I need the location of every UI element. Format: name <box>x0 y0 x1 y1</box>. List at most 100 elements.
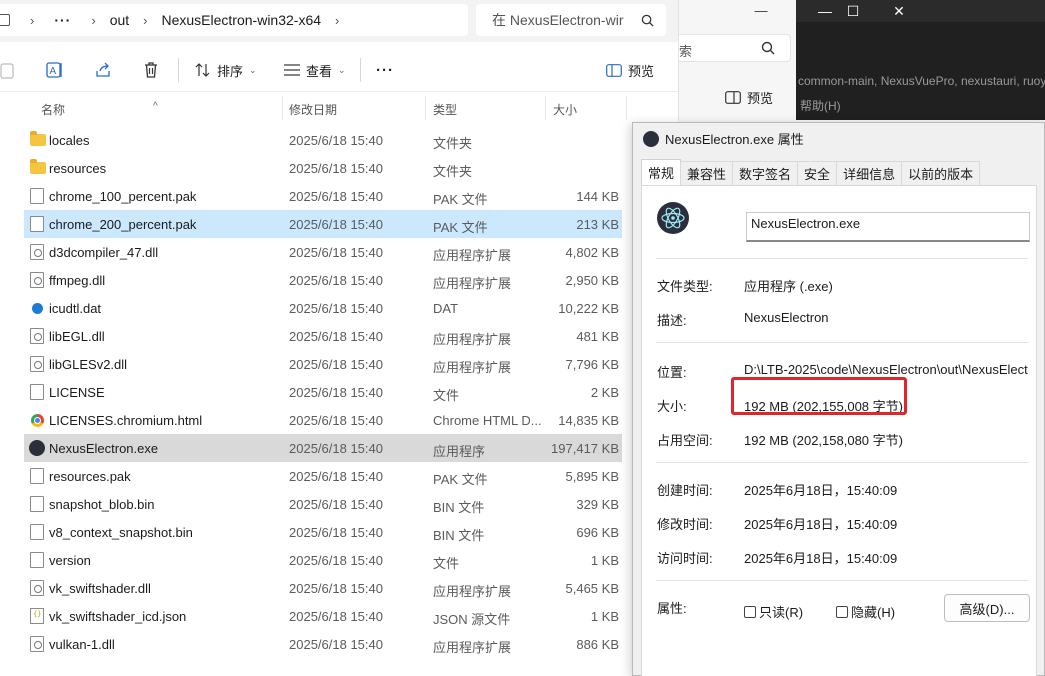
tab-compatibility[interactable]: 兼容性 <box>680 161 734 185</box>
divider <box>656 342 1028 343</box>
rename-icon: A <box>46 62 62 78</box>
file-row[interactable]: LICENSE 2025/6/18 15:40 文件 2 KB <box>24 378 622 406</box>
file-row[interactable]: snapshot_blob.bin 2025/6/18 15:40 BIN 文件 32… <box>24 490 622 518</box>
file-row[interactable]: ffmpeg.dll 2025/6/18 15:40 应用程序扩展 2,950 KB <box>24 266 622 294</box>
chevron-down-icon: ⌄ <box>249 64 257 75</box>
background-search-box[interactable]: 索 <box>679 34 791 62</box>
tab-general[interactable]: 常规 <box>641 159 682 185</box>
readonly-checkbox[interactable]: 只读(R) <box>744 602 803 621</box>
minimize-icon[interactable]: — <box>741 0 781 20</box>
file-size: 7,796 KB <box>565 357 620 372</box>
hidden-checkbox[interactable]: 隐藏(H) <box>836 602 895 621</box>
file-date: 2025/6/18 15:40 <box>289 385 383 400</box>
view-label: 查看 <box>306 63 333 79</box>
file-row[interactable]: icudtl.dat 2025/6/18 15:40 DAT 10,222 KB <box>24 294 622 322</box>
file-row[interactable]: LICENSES.chromium.html 2025/6/18 15:40 Chr… <box>24 406 622 434</box>
maximize-icon[interactable]: ☐ <box>830 0 876 22</box>
file-row[interactable]: resources.pak 2025/6/18 15:40 PAK 文件 5,895 … <box>24 462 622 490</box>
dll-icon <box>30 272 44 288</box>
file-date: 2025/6/18 15:40 <box>289 217 383 232</box>
this-pc-icon[interactable] <box>0 14 10 26</box>
size-highlight-box <box>731 377 907 415</box>
search-input[interactable]: 在 NexusElectron-wir <box>476 4 666 36</box>
tab-strip: 常规 兼容性 数字签名 安全 详细信息 以前的版本 <box>641 159 981 185</box>
chevron-right-icon[interactable]: › <box>30 13 34 28</box>
file-row[interactable]: resources 2025/6/18 15:40 文件夹 <box>24 154 622 182</box>
filename-field[interactable]: NexusElectron.exe <box>746 212 1030 242</box>
preview-pane-button[interactable]: 预览 <box>606 48 654 92</box>
close-icon[interactable]: ✕ <box>876 0 922 22</box>
file-row[interactable]: vk_swiftshader_icd.json 2025/6/18 15:40 JS… <box>24 602 622 630</box>
column-size[interactable]: 大小 <box>553 101 577 118</box>
chevron-right-icon[interactable]: › <box>335 13 339 28</box>
file-row[interactable]: vk_swiftshader.dll 2025/6/18 15:40 应用程序扩展 5… <box>24 574 622 602</box>
dll-icon <box>30 244 44 260</box>
dll-icon <box>30 580 44 596</box>
background-help-menu[interactable]: 帮助(H) <box>800 97 841 114</box>
dat-icon <box>32 303 43 314</box>
column-divider[interactable] <box>425 96 426 120</box>
file-size: 481 KB <box>576 329 619 344</box>
delete-button[interactable] <box>143 48 159 92</box>
more-breadcrumbs-icon[interactable]: ··· <box>54 12 71 28</box>
more-options-button[interactable]: ··· <box>376 48 394 92</box>
background-preview-button[interactable]: 预览 <box>725 88 773 107</box>
advanced-button[interactable]: 高级(D)... <box>944 594 1030 622</box>
file-row[interactable]: d3dcompiler_47.dll 2025/6/18 15:40 应用程序扩展 4… <box>24 238 622 266</box>
file-name: vulkan-1.dll <box>49 637 115 652</box>
share-button[interactable] <box>94 48 112 92</box>
tab-previous-versions[interactable]: 以前的版本 <box>901 161 981 185</box>
column-divider[interactable] <box>626 96 627 120</box>
column-name[interactable]: 名称 <box>41 101 65 118</box>
file-row-selected[interactable]: NexusElectron.exe 2025/6/18 15:40 应用程序 197,… <box>24 434 622 462</box>
file-row[interactable]: vulkan-1.dll 2025/6/18 15:40 应用程序扩展 886 KB <box>24 630 622 658</box>
file-row[interactable]: libEGL.dll 2025/6/18 15:40 应用程序扩展 481 KB <box>24 322 622 350</box>
checkbox-box[interactable] <box>744 605 756 618</box>
preview-pane-icon <box>725 91 741 104</box>
chevron-right-icon[interactable]: › <box>91 13 95 28</box>
checkbox-box[interactable] <box>836 605 848 618</box>
rename-button[interactable]: A <box>46 48 64 92</box>
dialog-titlebar[interactable]: NexusElectron.exe 属性 <box>643 129 804 148</box>
electron-icon <box>657 202 689 234</box>
tab-security[interactable]: 安全 <box>797 161 838 185</box>
file-row[interactable]: chrome_100_percent.pak 2025/6/18 15:40 PAK… <box>24 182 622 210</box>
file-icon <box>30 188 44 204</box>
file-size: 10,222 KB <box>558 301 619 316</box>
folder-icon <box>30 159 46 174</box>
file-name: locales <box>49 133 90 148</box>
file-row[interactable]: chrome_200_percent.pak 2025/6/18 15:40 PAK… <box>24 210 622 238</box>
column-type[interactable]: 类型 <box>433 101 457 118</box>
copy-button[interactable] <box>0 48 14 92</box>
chevron-down-icon: ⌄ <box>338 64 346 75</box>
sort-button[interactable]: 排序 ⌄ <box>195 48 257 92</box>
tab-details[interactable]: 详细信息 <box>836 161 903 185</box>
created-value: 2025年6月18日，15:40:09 <box>744 483 898 498</box>
dll-icon <box>30 328 44 344</box>
view-button[interactable]: 查看 ⌄ <box>284 48 346 92</box>
file-row[interactable]: v8_context_snapshot.bin 2025/6/18 15:40 BI… <box>24 518 622 546</box>
file-row[interactable]: locales 2025/6/18 15:40 文件夹 <box>24 126 622 154</box>
chevron-right-icon[interactable]: › <box>143 13 147 28</box>
search-icon <box>641 14 654 27</box>
attributes-label: 属性: <box>657 601 687 616</box>
file-icon <box>30 468 44 484</box>
tab-digital-signatures[interactable]: 数字签名 <box>732 161 799 185</box>
breadcrumb-out[interactable]: out <box>110 12 129 28</box>
electron-icon <box>29 440 45 456</box>
file-type: 应用程序扩展 <box>433 640 512 655</box>
file-name: ffmpeg.dll <box>49 273 106 288</box>
file-size: 5,895 KB <box>565 469 620 484</box>
sort-icon <box>195 63 210 77</box>
column-divider[interactable] <box>545 96 546 120</box>
file-row[interactable]: version 2025/6/18 15:40 文件 1 KB <box>24 546 622 574</box>
file-date: 2025/6/18 15:40 <box>289 413 383 428</box>
breadcrumb-current-folder[interactable]: NexusElectron-win32-x64 <box>162 12 322 28</box>
file-date: 2025/6/18 15:40 <box>289 441 383 456</box>
chrome-icon <box>31 414 44 427</box>
column-divider[interactable] <box>282 96 283 120</box>
file-row[interactable]: libGLESv2.dll 2025/6/18 15:40 应用程序扩展 7,796 … <box>24 350 622 378</box>
column-date[interactable]: 修改日期 <box>289 101 337 118</box>
address-bar[interactable]: › ··· › out › NexusElectron-win32-x64 › <box>0 4 468 36</box>
file-date: 2025/6/18 15:40 <box>289 497 383 512</box>
